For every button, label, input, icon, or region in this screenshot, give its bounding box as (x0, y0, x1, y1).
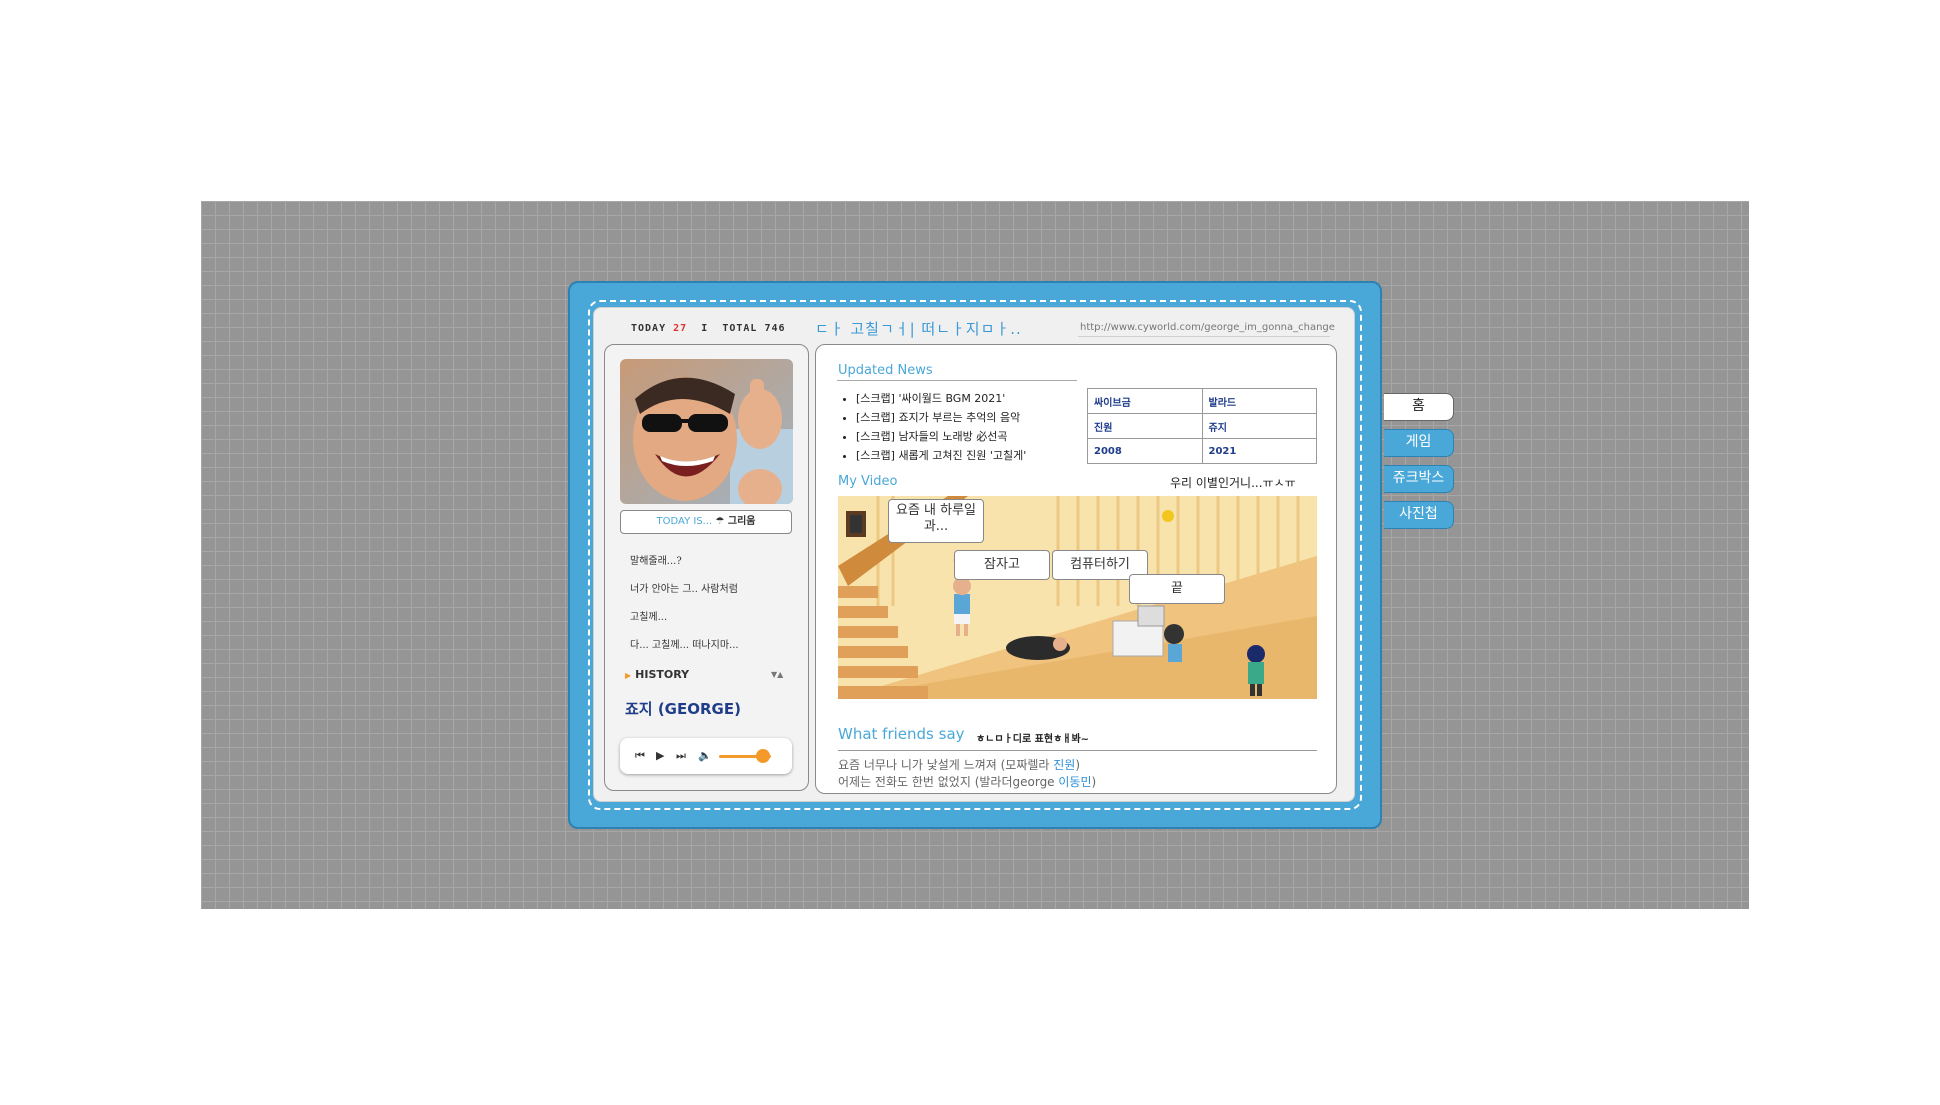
table-row: 진원 쥬지 (1087, 413, 1317, 439)
history-label: HISTORY (635, 668, 690, 681)
updated-news-title: Updated News (838, 363, 933, 378)
table-cell: 발라드 (1201, 388, 1317, 414)
total-count: 746 (764, 323, 786, 334)
previous-track-icon[interactable]: ⏮ (635, 749, 645, 763)
speech-bubble: 끝 (1129, 574, 1225, 604)
profile-diary: 말해줄래...? 너가 안아는 그.. 사람처럼 고칠께... 다... 고칠께… (630, 548, 800, 660)
video-player[interactable]: ? 요즘 내 하루일과... 잠자고 컴퓨터하기 끝 (838, 496, 1317, 699)
tab-jukebox[interactable]: 쥬크박스 (1384, 465, 1454, 493)
profile-name[interactable]: 죠지 (GEORGE) (625, 698, 741, 719)
table-cell: 싸이브금 (1087, 388, 1203, 414)
comment-end: ) (1075, 758, 1081, 772)
diary-line: 너가 안아는 그.. 사람처럼 (630, 584, 738, 595)
total-label: TOTAL (722, 323, 758, 334)
news-item[interactable]: [스크랩] 남자들의 노래방 必선곡 (856, 427, 1026, 446)
diary-line: 다... 고칠께... 떠나지마... (630, 640, 739, 651)
table-cell: 쥬지 (1201, 413, 1317, 439)
mood-value: ☂ 그리움 (715, 516, 756, 527)
video-caption: 우리 이별인거니...ㅠㅅㅠ (1170, 476, 1296, 490)
table-cell: 2008 (1087, 438, 1203, 464)
news-item[interactable]: [스크랩] 죠지가 부르는 추억의 음악 (856, 408, 1026, 427)
homepage-title: ㄷㅏ 고칠ㄱㅓ| 떠ㄴㅏ지ㅁㅏ.. (815, 320, 1022, 338)
table-cell: 진원 (1087, 413, 1203, 439)
info-table: 싸이브금 발라드 진원 쥬지 2008 2021 (1087, 388, 1317, 464)
today-mood-box: TODAY IS... ☂ 그리움 (620, 510, 792, 534)
table-cell: 2021 (1201, 438, 1317, 464)
expand-arrows-icon[interactable]: ▼▲ (771, 670, 783, 679)
friends-say-title: What friends say (838, 725, 965, 743)
counter-separator: I (701, 323, 709, 334)
homepage-url[interactable]: http://www.cyworld.com/george_im_gonna_c… (1080, 322, 1335, 333)
comment-author[interactable]: 이동민 (1058, 775, 1091, 789)
diary-line: 고칠께... (630, 612, 668, 623)
today-count: 27 (673, 323, 688, 334)
today-is-label: TODAY IS... (656, 516, 713, 527)
visitor-counter: TODAY 27 I TOTAL 746 (631, 323, 786, 334)
friend-comment: 어제는 전화도 한번 없었지 (발라더george 이동민) (838, 773, 1096, 790)
comment-author[interactable]: 진원 (1053, 758, 1075, 772)
news-list: [스크랩] '싸이월드 BGM 2021' [스크랩] 죠지가 부르는 추억의 … (842, 389, 1026, 465)
volume-icon: 🔈 (698, 749, 712, 762)
today-label: TODAY (631, 323, 667, 334)
table-row: 싸이브금 발라드 (1087, 388, 1317, 414)
my-video-title: My Video (838, 474, 898, 489)
speech-bubble: 잠자고 (954, 550, 1050, 580)
diary-line: 말해줄래...? (630, 556, 682, 567)
triangle-right-icon: ▶ (625, 671, 632, 680)
news-divider (837, 380, 1077, 381)
tab-photo-album[interactable]: 사진첩 (1384, 501, 1454, 529)
tab-game[interactable]: 게임 (1384, 429, 1454, 457)
comment-end: ) (1091, 775, 1097, 789)
friends-say-subtitle: ㅎㄴㅁㅏ디로 표현ㅎㅐ봐~ (976, 734, 1090, 745)
news-item[interactable]: [스크랩] 새롭게 고쳐진 진원 '고칠게' (856, 446, 1026, 465)
tab-home[interactable]: 홈 (1384, 393, 1454, 421)
friends-divider (838, 750, 1317, 751)
bgm-player: ⏮ ▶ ⏭ 🔈 (620, 738, 792, 774)
comment-text: 요즘 너무나 니가 낯설게 느껴져 (모짜렐라 (838, 758, 1054, 772)
profile-photo (620, 359, 793, 504)
next-track-icon[interactable]: ⏭ (676, 749, 686, 763)
friend-comment: 요즘 너무나 니가 낯설게 느껴져 (모짜렐라 진원) (838, 756, 1080, 773)
url-divider (1078, 336, 1330, 337)
character-sleeping (1006, 636, 1070, 660)
table-row: 2008 2021 (1087, 438, 1317, 464)
news-item[interactable]: [스크랩] '싸이월드 BGM 2021' (856, 389, 1026, 408)
volume-knob[interactable] (756, 749, 771, 763)
comment-text: 어제는 전화도 한번 없었지 (발라더george (838, 775, 1059, 789)
speech-bubble: 요즘 내 하루일과... (888, 499, 984, 543)
play-icon[interactable]: ▶ (656, 749, 664, 762)
history-toggle[interactable]: ▶ HISTORY (625, 668, 790, 681)
